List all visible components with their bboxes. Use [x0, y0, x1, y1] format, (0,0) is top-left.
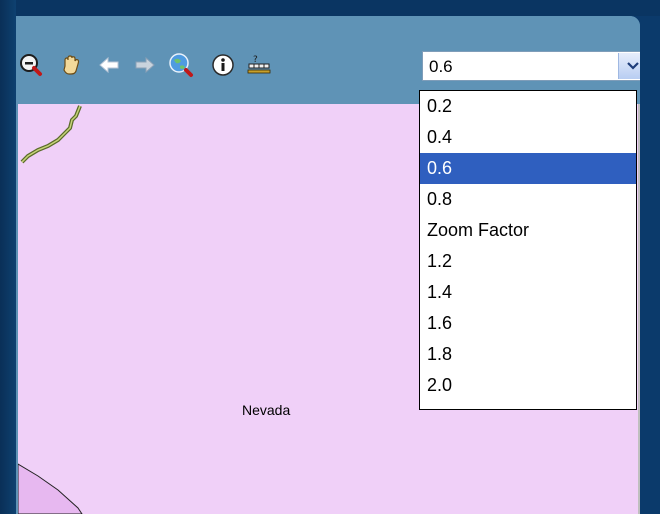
- info-icon[interactable]: [210, 52, 236, 78]
- pan-hand-icon[interactable]: [58, 52, 84, 78]
- chevron-down-icon: [626, 62, 639, 70]
- back-arrow-icon[interactable]: [96, 52, 122, 78]
- zoom-option[interactable]: 1.6: [420, 308, 636, 339]
- zoom-factor-value: 0.6: [429, 57, 453, 76]
- globe-zoom-icon[interactable]: [168, 52, 194, 78]
- zoom-option[interactable]: 2.0: [420, 370, 636, 401]
- zoom-option[interactable]: 1.8: [420, 339, 636, 370]
- zoom-factor-dropdown-list: 0.2 0.4 0.6 0.8 Zoom Factor 1.2 1.4 1.6 …: [419, 90, 637, 410]
- zoom-option[interactable]: 0.2: [420, 91, 636, 122]
- zoom-option[interactable]: 1.4: [420, 277, 636, 308]
- zoom-option[interactable]: 0.8: [420, 184, 636, 215]
- zoom-option[interactable]: 1.2: [420, 246, 636, 277]
- zoom-option[interactable]: Zoom Factor: [420, 215, 636, 246]
- window-left-edge: [0, 0, 16, 514]
- zoom-out-icon[interactable]: [18, 52, 44, 78]
- zoom-factor-select[interactable]: 0.6: [422, 51, 640, 81]
- window-right-edge: [640, 16, 660, 514]
- dropdown-arrow-button[interactable]: [618, 53, 640, 79]
- state-label-nevada: Nevada: [242, 402, 291, 418]
- scale-icon[interactable]: ?: [246, 52, 272, 78]
- window-top-strip: [0, 0, 660, 16]
- zoom-option[interactable]: 0.4: [420, 122, 636, 153]
- zoom-option-selected[interactable]: 0.6: [420, 153, 636, 184]
- forward-arrow-icon[interactable]: [132, 52, 158, 78]
